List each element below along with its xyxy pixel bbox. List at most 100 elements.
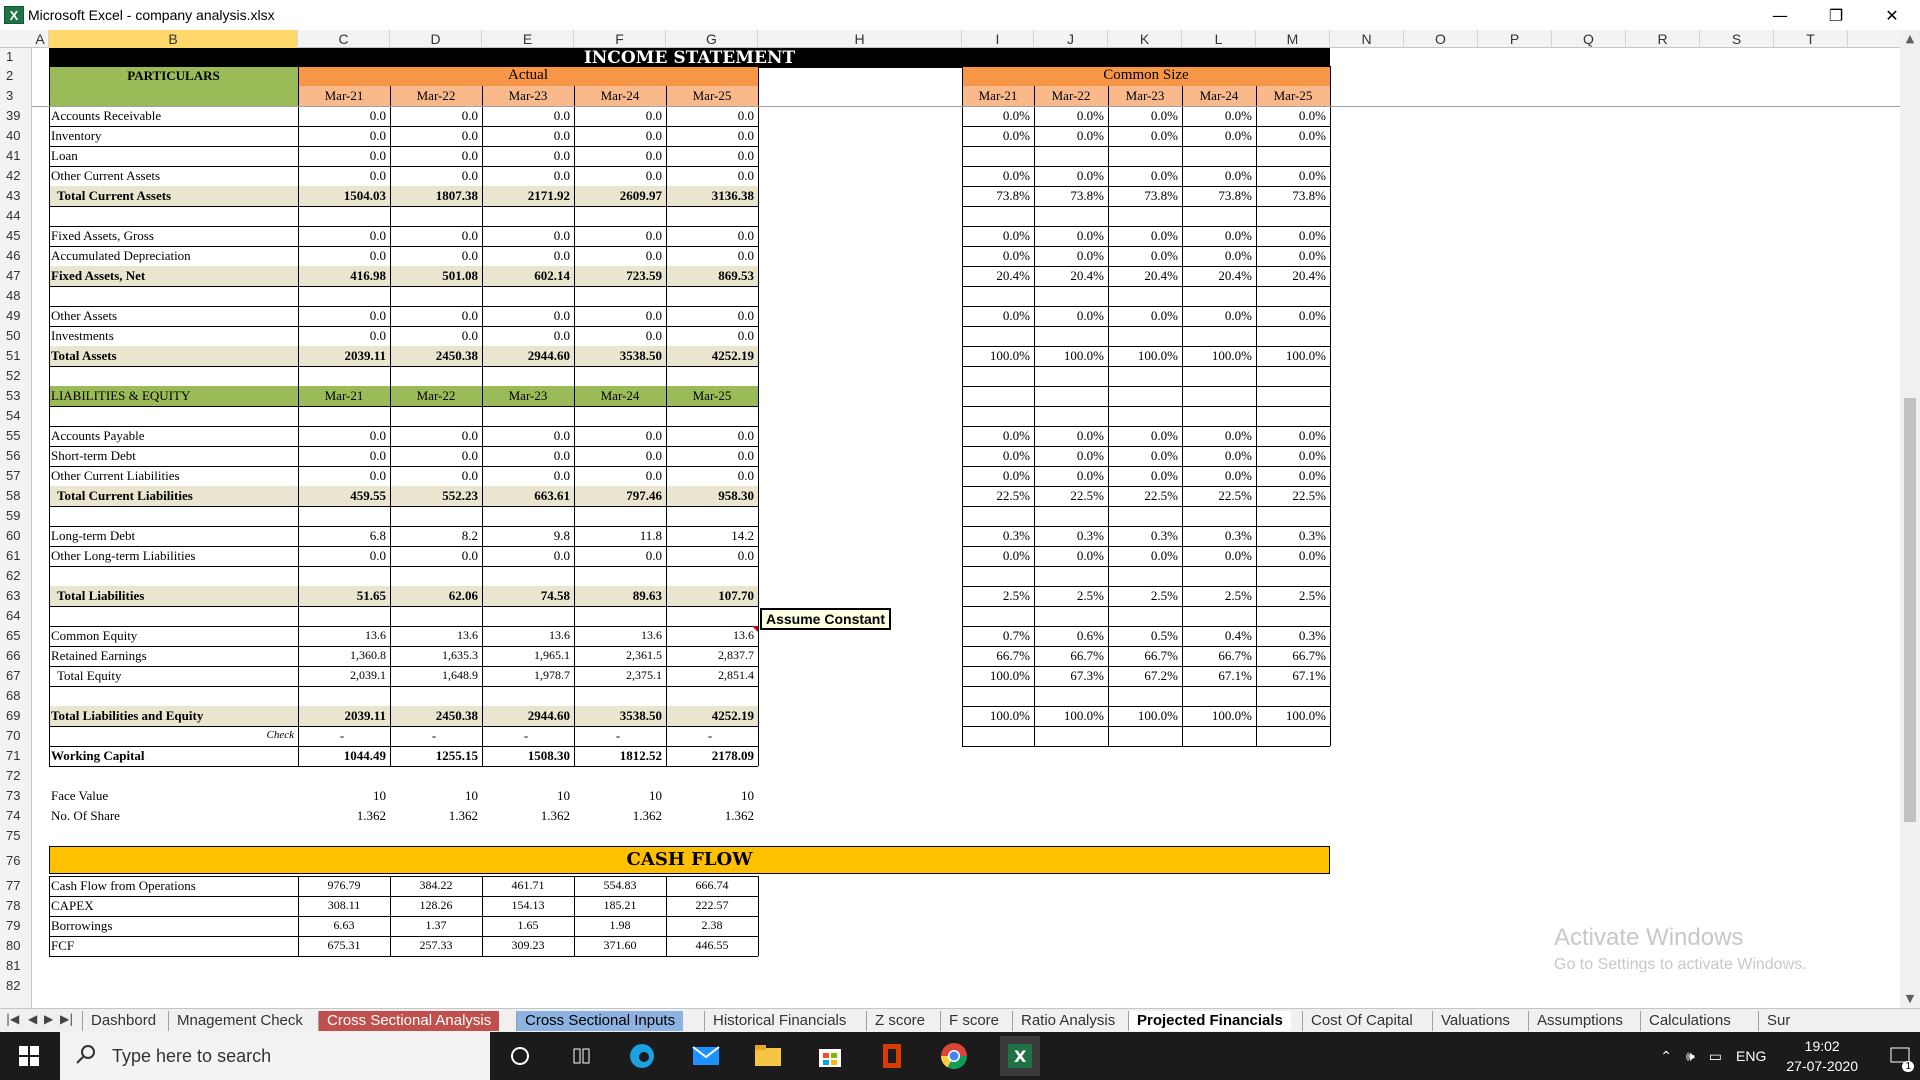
office-icon[interactable] <box>876 1040 908 1072</box>
row-header-44[interactable]: 44 <box>0 206 32 226</box>
row-header-71[interactable]: 71 <box>0 746 32 766</box>
row-header-48[interactable]: 48 <box>0 286 32 306</box>
row-header-76[interactable]: 76 <box>0 846 32 876</box>
notification-icon[interactable]: 1 <box>1880 1032 1920 1080</box>
row-header-54[interactable]: 54 <box>0 406 32 426</box>
row-header-58[interactable]: 58 <box>0 486 32 506</box>
mail-icon[interactable] <box>690 1040 722 1072</box>
row-header-72[interactable]: 72 <box>0 766 32 786</box>
restore-button[interactable]: ❐ <box>1808 0 1864 30</box>
column-header-R[interactable]: R <box>1626 30 1700 48</box>
column-header-B[interactable]: B <box>49 30 298 48</box>
column-header-T[interactable]: T <box>1774 30 1848 48</box>
row-header-77[interactable]: 77 <box>0 876 32 896</box>
battery-icon[interactable]: ▭ <box>1709 1048 1722 1065</box>
row-header-79[interactable]: 79 <box>0 916 32 936</box>
row-header-41[interactable]: 41 <box>0 146 32 166</box>
row-header-43[interactable]: 43 <box>0 186 32 206</box>
row-header-49[interactable]: 49 <box>0 306 32 326</box>
cortana-icon[interactable] <box>504 1040 536 1072</box>
tab-calculations[interactable]: Calculations <box>1640 1011 1739 1031</box>
close-button[interactable]: ✕ <box>1864 0 1920 30</box>
tab-projected-financials[interactable]: Projected Financials <box>1128 1011 1291 1031</box>
volume-icon[interactable]: 🕪 <box>1686 1048 1695 1065</box>
language-indicator[interactable]: ENG <box>1736 1048 1766 1064</box>
row-header-69[interactable]: 69 <box>0 706 32 726</box>
tab-sur[interactable]: Sur <box>1758 1011 1798 1031</box>
row-header-80[interactable]: 80 <box>0 936 32 956</box>
taskbar-clock[interactable]: 19:02 27-07-2020 <box>1786 1036 1858 1076</box>
column-header-N[interactable]: N <box>1330 30 1404 48</box>
column-header-H[interactable]: H <box>758 30 962 48</box>
task-view-icon[interactable] <box>566 1040 598 1072</box>
row-header-62[interactable]: 62 <box>0 566 32 586</box>
row-header-60[interactable]: 60 <box>0 526 32 546</box>
row-header-46[interactable]: 46 <box>0 246 32 266</box>
tab-last-icon[interactable]: ▶| <box>60 1012 73 1026</box>
taskbar-search-input[interactable]: Type here to search <box>60 1032 490 1080</box>
row-header-82[interactable]: 82 <box>0 976 32 996</box>
tab-prev-icon[interactable]: ◀ <box>28 1012 37 1026</box>
vertical-scrollbar[interactable]: ▲ ▼ <box>1900 30 1920 1008</box>
tab-cost-of-capital[interactable]: Cost Of Capital <box>1302 1011 1421 1031</box>
row-header-68[interactable]: 68 <box>0 686 32 706</box>
cell-comment-box[interactable]: Assume Constant <box>760 608 892 630</box>
row-header-66[interactable]: 66 <box>0 646 32 666</box>
row-header-59[interactable]: 59 <box>0 506 32 526</box>
tab-next-icon[interactable]: ▶ <box>44 1012 53 1026</box>
row-header-50[interactable]: 50 <box>0 326 32 346</box>
row-header-52[interactable]: 52 <box>0 366 32 386</box>
scroll-up-arrow-icon[interactable]: ▲ <box>1900 30 1920 48</box>
row-header-61[interactable]: 61 <box>0 546 32 566</box>
row-header-2[interactable]: 2 <box>0 66 32 86</box>
row-header-74[interactable]: 74 <box>0 806 32 826</box>
column-header-K[interactable]: K <box>1108 30 1182 48</box>
tray-chevron-icon[interactable]: ⌃ <box>1660 1048 1672 1065</box>
row-header-67[interactable]: 67 <box>0 666 32 686</box>
tab-assumptions[interactable]: Assumptions <box>1528 1011 1631 1031</box>
row-header-45[interactable]: 45 <box>0 226 32 246</box>
row-header-39[interactable]: 39 <box>0 106 32 126</box>
tab-cross-sectional-inputs[interactable]: Cross Sectional Inputs <box>516 1011 684 1031</box>
store-icon[interactable] <box>814 1040 846 1072</box>
chrome-icon[interactable] <box>938 1040 970 1072</box>
column-header-L[interactable]: L <box>1182 30 1256 48</box>
row-header-75[interactable]: 75 <box>0 826 32 846</box>
tab-dashbord[interactable]: Dashbord <box>82 1011 164 1031</box>
row-header-64[interactable]: 64 <box>0 606 32 626</box>
tab-f-score[interactable]: F score <box>940 1011 1007 1031</box>
tab-cross-sectional-analysis[interactable]: Cross Sectional Analysis <box>318 1011 500 1031</box>
row-header-42[interactable]: 42 <box>0 166 32 186</box>
scroll-thumb[interactable] <box>1904 398 1916 822</box>
row-header-47[interactable]: 47 <box>0 266 32 286</box>
row-header-55[interactable]: 55 <box>0 426 32 446</box>
tab-first-icon[interactable]: |◀ <box>6 1012 19 1026</box>
column-header-D[interactable]: D <box>390 30 482 48</box>
column-header-G[interactable]: G <box>666 30 758 48</box>
minimize-button[interactable]: — <box>1752 0 1808 30</box>
column-header-J[interactable]: J <box>1034 30 1108 48</box>
row-header-63[interactable]: 63 <box>0 586 32 606</box>
column-header-S[interactable]: S <box>1700 30 1774 48</box>
row-header-56[interactable]: 56 <box>0 446 32 466</box>
column-header-M[interactable]: M <box>1256 30 1330 48</box>
file-explorer-icon[interactable] <box>752 1040 784 1072</box>
row-header-65[interactable]: 65 <box>0 626 32 646</box>
tab-mnagement-check[interactable]: Mnagement Check <box>168 1011 311 1031</box>
edge-browser-icon[interactable] <box>626 1040 658 1072</box>
windows-start-icon[interactable] <box>0 1032 58 1080</box>
row-header-81[interactable]: 81 <box>0 956 32 976</box>
tab-ratio-analysis[interactable]: Ratio Analysis <box>1012 1011 1123 1031</box>
row-header-78[interactable]: 78 <box>0 896 32 916</box>
spreadsheet-grid[interactable]: INCOME STATEMENT PARTICULARS Actual Common … <box>32 48 1900 1008</box>
row-header-40[interactable]: 40 <box>0 126 32 146</box>
row-header-73[interactable]: 73 <box>0 786 32 806</box>
row-header-51[interactable]: 51 <box>0 346 32 366</box>
column-header-E[interactable]: E <box>482 30 574 48</box>
horizontal-scrollbar[interactable] <box>1800 1012 1900 1030</box>
row-header-3[interactable]: 3 <box>0 86 32 106</box>
column-header-C[interactable]: C <box>298 30 390 48</box>
scroll-down-arrow-icon[interactable]: ▼ <box>1900 990 1920 1008</box>
row-header-57[interactable]: 57 <box>0 466 32 486</box>
column-header-A[interactable]: A <box>32 30 49 48</box>
